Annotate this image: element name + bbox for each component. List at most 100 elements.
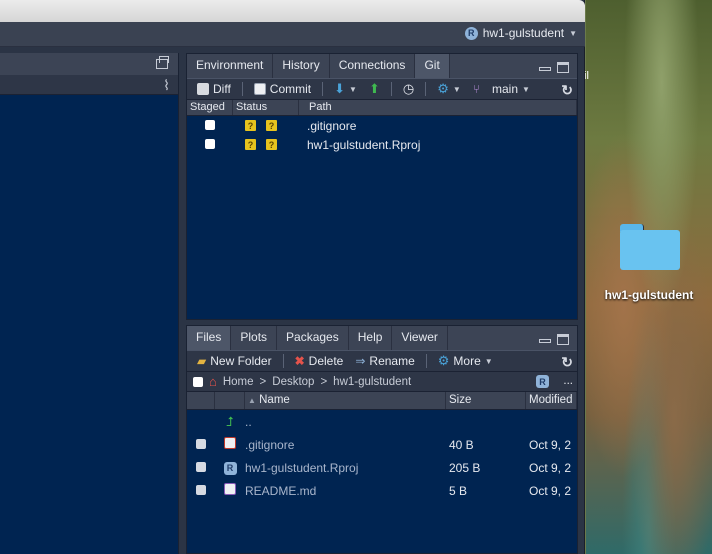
file-name-link[interactable]: README.md [245,484,449,498]
title-bar[interactable] [0,0,585,22]
branch-icon: ⑂ [472,82,480,96]
diff-label: Diff [213,82,231,96]
column-name[interactable]: ▲ Name [245,392,446,409]
parent-directory-link[interactable]: .. [245,415,252,429]
delete-button[interactable]: ✖ Delete [291,354,348,368]
tab-plots[interactable]: Plots [231,326,278,350]
commit-button[interactable]: Commit [250,82,315,96]
desktop-wallpaper [586,0,712,554]
toolbar-divider [241,82,243,96]
file-name-link[interactable]: .gitignore [245,438,449,452]
chevron-down-icon: ▼ [452,84,461,94]
file-checkbox[interactable] [196,438,206,449]
desktop-folder-icon[interactable] [620,222,680,272]
branch-selector[interactable]: main ▼ [488,82,534,96]
r-project-icon: R [464,26,478,40]
chevron-down-icon: ▼ [349,84,357,94]
chevron-down-icon: ▼ [569,28,577,38]
push-button[interactable]: ⬆ [365,81,384,97]
refresh-icon[interactable]: ↻ [561,354,573,371]
history-button[interactable]: ◷ [399,81,418,97]
table-row[interactable]: ? ? hw1-gulstudent.Rproj [187,135,577,154]
staged-checkbox[interactable] [205,119,215,130]
breadcrumb: ⌂ Home > Desktop > hw1-gulstudent R ... [187,372,577,392]
file-size: 5 B [449,483,468,498]
tab-git[interactable]: Git [415,54,450,78]
file-modified: Oct 9, 2 [529,483,572,498]
pane-window-controls [539,334,569,345]
minimize-pane-icon[interactable] [539,339,551,343]
clear-console-broom-icon[interactable]: ⌇ [163,77,170,94]
new-folder-icon: ▰ [197,354,207,368]
status-badge: ? [245,120,256,131]
toolbar-divider [390,82,392,96]
status-badge: ? [266,139,277,150]
rstudio-window: R hw1-gulstudent ▼ ⌇ Environment History… [0,0,585,554]
staged-checkbox[interactable] [205,138,215,149]
breadcrumb-home[interactable]: Home [223,376,254,388]
left-pane: ⌇ [0,53,179,554]
maximize-pane-icon[interactable] [557,62,569,73]
commit-icon [253,83,266,95]
minimize-pane-icon[interactable] [539,67,551,71]
tab-files[interactable]: Files [187,326,232,350]
toolbar-divider [322,82,324,96]
new-folder-button[interactable]: ▰ New Folder [193,354,276,368]
breadcrumb-desktop[interactable]: Desktop [272,376,314,388]
rename-button[interactable]: ⇒ Rename [351,354,418,368]
column-path[interactable]: Path [299,100,577,115]
breadcrumb-separator: > [259,375,267,388]
select-all-checkbox[interactable] [193,376,203,387]
git-toolbar: Diff Commit ⬇ ▼ ⬆ ◷ ⚙ ▼ ⑂ main ▼ ↻ [187,78,577,100]
pull-arrow-down-icon: ⬇ [334,81,346,96]
diff-icon [197,83,209,95]
file-checkbox[interactable] [196,461,206,472]
table-row[interactable]: ? ? .gitignore [187,116,577,135]
new-branch-button[interactable]: ⑂ [469,82,484,96]
tab-viewer[interactable]: Viewer [392,326,448,350]
tab-help[interactable]: Help [349,326,393,350]
column-staged[interactable]: Staged [187,100,233,115]
gear-icon: ⚙ [437,353,450,368]
chevron-down-icon: ▼ [522,84,530,94]
column-status[interactable]: Status [233,100,299,115]
pull-button[interactable]: ⬇ ▼ [330,81,361,97]
refresh-icon[interactable]: ↻ [561,82,573,99]
git-file-path: .gitignore [307,118,357,133]
rename-icon: ⇒ [355,354,366,368]
parent-folder-icon: ⮥ [226,413,234,429]
list-item[interactable]: R hw1-gulstudent.Rproj 205 B Oct 9, 2 [187,456,577,479]
diff-button[interactable]: Diff [193,82,235,96]
tab-connections[interactable]: Connections [330,54,416,78]
status-badge: ? [245,139,256,150]
home-icon[interactable]: ⌂ [209,374,217,389]
toolbar-divider [425,354,427,368]
desktop-folder-label[interactable]: hw1-gulstudent [588,288,710,302]
maximize-pane-icon[interactable] [557,334,569,345]
column-modified[interactable]: Modified [526,392,577,409]
file-name-link[interactable]: hw1-gulstudent.Rproj [245,461,449,475]
parent-directory-row[interactable]: ⮥ .. [187,410,577,433]
new-folder-label: New Folder [210,354,272,368]
git-pane: Environment History Connections Git Diff… [186,53,578,320]
files-pane: Files Plots Packages Help Viewer ▰ New F… [186,325,578,554]
more-button[interactable]: ⚙ More ▼ [434,353,497,369]
breadcrumb-project[interactable]: hw1-gulstudent [333,376,411,388]
git-settings-button[interactable]: ⚙ ▼ [433,81,465,97]
restore-pane-icon[interactable] [156,56,169,69]
clock-icon: ◷ [402,81,415,96]
pane-window-controls [539,62,569,73]
left-pane-toolbar: ⌇ [0,75,178,95]
list-item[interactable]: README.md 5 B Oct 9, 2 [187,479,577,502]
project-menu[interactable]: R hw1-gulstudent ▼ [464,26,577,40]
column-size[interactable]: Size [446,392,526,409]
list-item[interactable]: .gitignore 40 B Oct 9, 2 [187,433,577,456]
browse-ellipsis-button[interactable]: ... [563,375,573,387]
tab-history[interactable]: History [273,54,330,78]
rename-label: Rename [369,354,415,368]
r-project-icon[interactable]: R [536,375,549,388]
tab-packages[interactable]: Packages [277,326,349,350]
git-file-icon [224,437,236,449]
file-checkbox[interactable] [196,484,206,495]
tab-environment[interactable]: Environment [187,54,274,78]
